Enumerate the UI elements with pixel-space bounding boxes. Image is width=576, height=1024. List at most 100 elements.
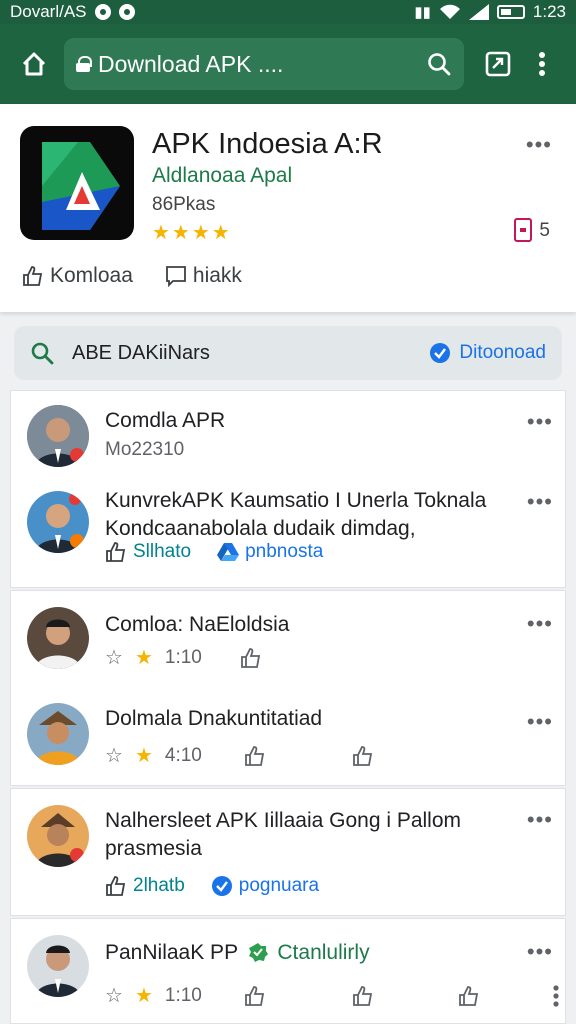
- home-button[interactable]: [12, 42, 56, 86]
- share-icon[interactable]: [458, 985, 482, 1007]
- url-bar[interactable]: Download APK ....: [64, 38, 464, 90]
- share-action-label: hiakk: [192, 264, 242, 287]
- bookmark-icon[interactable]: [514, 218, 532, 242]
- post-rating: 1:10: [164, 984, 202, 1006]
- download-filter-button[interactable]: Ditoonoad: [429, 342, 546, 364]
- star-icon: ★: [134, 745, 153, 767]
- post-text: Nalhersleet APK Iillaaia Gong i Pallom p…: [105, 809, 462, 860]
- lock-icon: [76, 56, 92, 72]
- tabs-icon: [485, 51, 511, 77]
- post-author[interactable]: Dolmala Dnakuntitatiad: [105, 707, 322, 731]
- avatar: [27, 607, 89, 669]
- more-vert-icon[interactable]: [552, 984, 560, 1008]
- like-label: Sllhato: [133, 541, 192, 562]
- download-action-label: Komloaa: [50, 264, 133, 287]
- menu-button[interactable]: [520, 42, 564, 86]
- like-icon[interactable]: [352, 985, 376, 1007]
- app-meta: 86Pkas: [152, 194, 216, 215]
- post-actions: 2lhatb pognuara: [105, 875, 319, 897]
- status-bar: Dovarl/AS ▮▮ 1:23: [0, 0, 576, 24]
- wifi-icon: [439, 4, 460, 19]
- notification-icon: [94, 4, 111, 20]
- star-outline-icon[interactable]: ☆: [105, 983, 123, 1008]
- star-icon: ★: [134, 647, 153, 669]
- star-icon: ★: [134, 985, 153, 1007]
- app-subtitle[interactable]: Aldlanoaa Apal: [152, 164, 292, 188]
- more-vert-icon: [539, 52, 545, 76]
- app-actions: Komloaa hiakk: [22, 264, 242, 288]
- share-action[interactable]: hiakk: [165, 264, 242, 288]
- app-logo-icon: [20, 126, 134, 240]
- post-more-button[interactable]: •••: [527, 611, 553, 637]
- post-more-button[interactable]: •••: [527, 489, 553, 515]
- avatar: [27, 405, 89, 467]
- verified-button[interactable]: pognuara: [211, 875, 319, 897]
- battery-icon: [496, 5, 525, 19]
- home-icon: [22, 52, 46, 76]
- post-more-button[interactable]: •••: [527, 807, 553, 833]
- post-author[interactable]: PanNilaaK PP Ctanlulirly: [105, 941, 370, 965]
- verified-icon: [430, 343, 451, 363]
- thumb-up-icon: [106, 876, 126, 896]
- like-button[interactable]: 2lhatb: [105, 875, 185, 897]
- post-more-button[interactable]: •••: [527, 939, 553, 965]
- post-rating-row: ☆ ★ 1:10: [105, 983, 560, 1008]
- search-label: ABE DAKiiNars: [72, 341, 210, 364]
- post-author-name: PanNilaaK PP: [105, 941, 238, 964]
- post-more-button[interactable]: •••: [527, 709, 553, 735]
- app-rating-stars: ★★★★: [152, 222, 232, 244]
- like-button[interactable]: Sllhato: [105, 541, 191, 563]
- avatar: [27, 491, 89, 553]
- filter-search-bar[interactable]: ABE DAKiiNars Ditoonoad: [14, 326, 562, 380]
- post-meta: Mo22310: [105, 439, 185, 460]
- post-rating-row: ☆ ★ 4:10: [105, 743, 376, 768]
- browser-toolbar: Download APK ....: [0, 24, 576, 104]
- avatar: [27, 703, 89, 765]
- post-text: KunvrekAPK Kaumsatio I Unerla Toknala Ko…: [105, 489, 487, 540]
- thumb-up-icon: [106, 542, 126, 562]
- share-button[interactable]: pnbnosta: [217, 541, 323, 563]
- verified-badge-icon: [248, 943, 268, 962]
- status-time: 1:23: [532, 2, 566, 21]
- search-icon[interactable]: [426, 51, 452, 77]
- post-rating: 4:10: [164, 744, 202, 766]
- post-more-button[interactable]: •••: [527, 409, 553, 435]
- share-label: pnbnosta: [245, 541, 324, 562]
- post-rating: 1:10: [164, 646, 202, 668]
- thumb-icon: [23, 266, 43, 286]
- post-card: Nalhersleet APK Iillaaia Gong i Pallom p…: [10, 788, 566, 916]
- sync-icon: [118, 4, 135, 20]
- url-text: Download APK ....: [98, 50, 284, 77]
- post-actions: Sllhato pnbnosta: [105, 541, 323, 563]
- drive-icon: [217, 543, 240, 561]
- post-card: PanNilaaK PP Ctanlulirly ••• ☆ ★ 1:10: [10, 918, 566, 1024]
- reply-icon[interactable]: [244, 985, 268, 1007]
- download-filter-label: Ditoonoad: [459, 342, 546, 363]
- verified-label: pognuara: [238, 875, 320, 896]
- reply-icon[interactable]: [244, 745, 268, 767]
- avatar: [27, 805, 89, 867]
- post-author[interactable]: Comloa: NaEloldsia: [105, 613, 289, 637]
- post-tag: Ctanlulirly: [277, 941, 370, 964]
- app-card: APK Indoesia A:R Aldlanoaa Apal 86Pkas ★…: [0, 104, 576, 312]
- like-label: 2lhatb: [133, 875, 185, 896]
- status-carrier-text: Dovarl/AS: [10, 2, 87, 21]
- star-outline-icon[interactable]: ☆: [105, 645, 123, 670]
- signal-icon: [468, 4, 489, 20]
- star-outline-icon[interactable]: ☆: [105, 743, 123, 768]
- verified-icon: [211, 876, 232, 896]
- search-icon: [31, 342, 54, 365]
- comment-icon: [165, 266, 186, 287]
- app-more-button[interactable]: •••: [526, 132, 552, 158]
- reply-icon[interactable]: [240, 647, 264, 669]
- vibrate-icon: ▮▮: [414, 4, 431, 21]
- post-card: Comdla APR Mo22310 ••• KunvrekAPK Kaumsa…: [10, 390, 566, 588]
- avatar: [27, 935, 89, 997]
- download-action[interactable]: Komloaa: [22, 264, 133, 288]
- post-author[interactable]: Comdla APR: [105, 409, 225, 433]
- app-title: APK Indoesia A:R: [152, 128, 383, 160]
- post-card: Comloa: NaEloldsia ••• ☆ ★ 1:10 Dolmala …: [10, 590, 566, 786]
- like-icon[interactable]: [352, 745, 376, 767]
- badge-count: 5: [539, 220, 550, 241]
- tabs-button[interactable]: [476, 42, 520, 86]
